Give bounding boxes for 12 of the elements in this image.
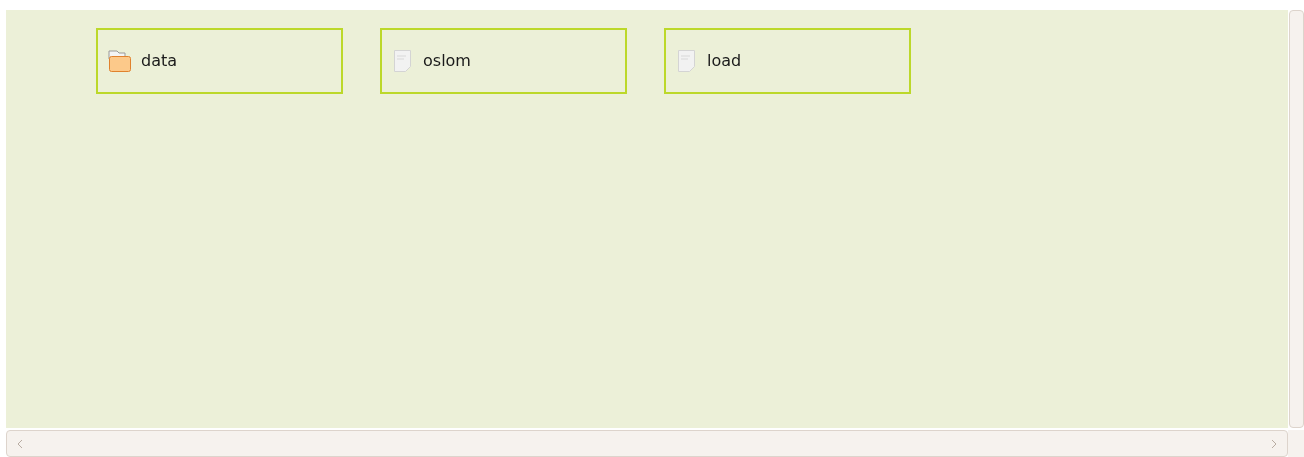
right-chevron-icon[interactable] xyxy=(1271,438,1277,449)
left-chevron-icon[interactable] xyxy=(17,438,23,449)
file-name: data xyxy=(141,50,178,72)
horizontal-scrollbar[interactable] xyxy=(6,430,1288,457)
scrollbar-corner xyxy=(1288,430,1304,457)
file-item[interactable]: load xyxy=(664,28,911,94)
folder-icon xyxy=(107,48,133,74)
file-item[interactable]: data xyxy=(96,28,343,94)
file-name: oslom xyxy=(423,50,471,72)
vertical-scrollbar[interactable] xyxy=(1289,10,1304,428)
file-name: load xyxy=(707,50,742,72)
file-item[interactable]: oslom xyxy=(380,28,627,94)
